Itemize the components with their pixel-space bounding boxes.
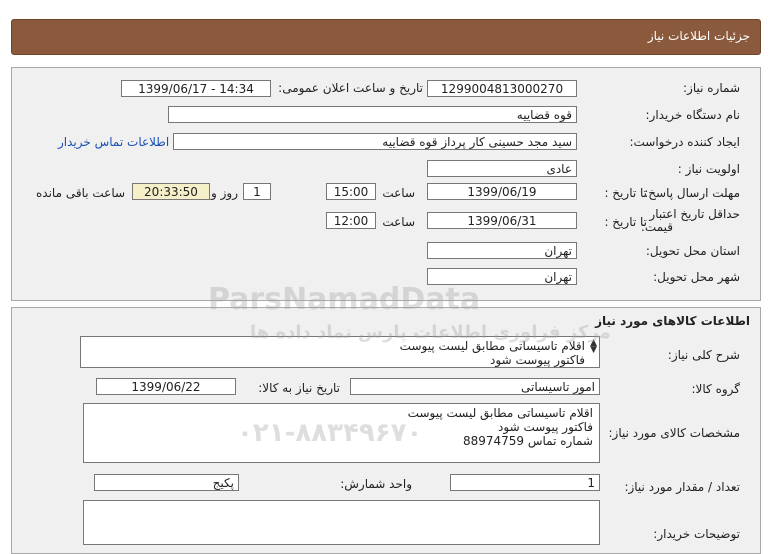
remaining-time-field: 20:33:50 (132, 183, 210, 200)
city-label: شهر محل تحویل: (653, 270, 740, 284)
price-date-field: 1399/06/31 (427, 212, 577, 229)
general-desc-field[interactable]: اقلام تاسیساتی مطابق لیست پیوست فاکتور پ… (80, 336, 600, 368)
send-time-field: 15:00 (326, 183, 376, 200)
goods-section-title: اطلاعات کالاهای مورد نیاز (595, 314, 750, 328)
general-desc-line-1: اقلام تاسیساتی مطابق لیست پیوست (399, 339, 585, 353)
general-desc-label: شرح کلی نیاز: (667, 348, 740, 362)
general-desc-line-2: فاکتور پیوست شود (490, 353, 585, 367)
buyer-org-label: نام دستگاه خریدار: (645, 108, 741, 122)
unit-field: پکیج (94, 474, 239, 491)
announce-field: 1399/06/17 - 14:34 (121, 80, 271, 97)
qty-field: 1 (450, 474, 600, 491)
group-field: امور تاسیساتی (350, 378, 600, 395)
spec-field[interactable]: اقلام تاسیساتی مطابق لیست پیوست فاکتور پ… (83, 403, 600, 463)
days-field: 1 (243, 183, 271, 200)
price-time-field: 12:00 (326, 212, 376, 229)
contact-info-link[interactable]: اطلاعات تماس خریدار (58, 135, 169, 149)
unit-label: واحد شمارش: (340, 477, 412, 491)
priority-field: عادی (427, 160, 577, 177)
need-number-field: 1299004813000270 (427, 80, 577, 97)
page-header: جزئیات اطلاعات نیاز (11, 19, 761, 55)
need-date-field: 1399/06/22 (96, 378, 236, 395)
spec-label: مشخصات کالای مورد نیاز: (608, 426, 740, 440)
creator-field: سید مجد حسینی کار پرداز قوه قضاییه (173, 133, 577, 150)
announce-label: تاریخ و ساعت اعلان عمومی: (278, 81, 423, 95)
priority-label: اولویت نیاز : (677, 162, 740, 176)
qty-label: تعداد / مقدار مورد نیاز: (624, 480, 740, 494)
page-title: جزئیات اطلاعات نیاز (647, 29, 750, 43)
spec-line-3: شماره تماس 88974759 (462, 434, 593, 448)
city-field: تهران (427, 268, 577, 285)
send-time-label: ساعت (382, 186, 415, 200)
price-time-label: ساعت (382, 215, 415, 229)
spec-line-2: فاکتور پیوست شود (498, 420, 593, 434)
days-label: روز و (211, 186, 238, 200)
buyer-notes-field[interactable] (83, 500, 600, 545)
province-field: تهران (427, 242, 577, 259)
details-panel (11, 67, 761, 301)
spec-line-1: اقلام تاسیساتی مطابق لیست پیوست (407, 406, 593, 420)
price-validity-label-1: حداقل تاریخ اعتبار (649, 207, 740, 221)
need-number-label: شماره نیاز: (683, 81, 740, 95)
buyer-org-field: قوه قضاییه (168, 106, 577, 123)
remaining-label: ساعت باقی مانده (36, 186, 126, 200)
group-label: گروه کالا: (691, 382, 741, 396)
send-date-field: 1399/06/19 (427, 183, 577, 200)
send-deadline-label: مهلت ارسال پاسخ: (644, 186, 740, 200)
send-to-date-label: تا تاریخ : (604, 186, 647, 200)
buyer-notes-label: توضیحات خریدار: (653, 527, 740, 541)
scroll-arrows-icon[interactable]: ▲ ▼ (590, 339, 597, 355)
need-date-label: تاریخ نیاز به کالا: (258, 381, 340, 395)
province-label: استان محل تحویل: (645, 244, 740, 258)
price-to-date-label: تا تاریخ : (604, 215, 647, 229)
creator-label: ایجاد کننده درخواست: (629, 135, 740, 149)
